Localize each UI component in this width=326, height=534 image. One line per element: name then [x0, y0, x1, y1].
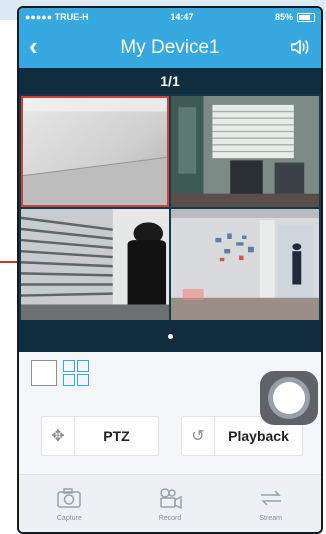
swap-arrows-icon: [260, 489, 281, 506]
page-indicator: 1/1: [19, 68, 321, 94]
speaker-icon[interactable]: [289, 36, 311, 58]
grid-cell-icon: [63, 374, 75, 386]
bottom-tab-bar: Capture Record Stream: [19, 474, 321, 532]
battery-percent: 85%: [274, 12, 293, 22]
ptz-button[interactable]: ✥ PTZ: [41, 416, 159, 456]
grid-cell-icon: [77, 374, 89, 386]
layout-switcher: [31, 360, 89, 386]
clock: 14:47: [170, 12, 194, 22]
phone-frame: ●●●●● TRUE-H 14:47 85% ‹ My Device1 1/1: [17, 6, 323, 534]
battery-status: 85%: [275, 12, 315, 22]
tab-capture-label: Capture: [56, 514, 82, 522]
page-dot-active: [167, 333, 173, 339]
tab-record-label: Record: [158, 514, 182, 522]
carrier-label: ●●●●● TRUE-H: [25, 12, 89, 22]
playback-label: Playback: [228, 428, 289, 444]
page-title: My Device1: [120, 37, 220, 58]
single-view-button[interactable]: [31, 360, 57, 386]
status-bar: ●●●●● TRUE-H 14:47 85%: [19, 8, 321, 26]
camera-view-4[interactable]: [171, 209, 319, 320]
camera-view-2[interactable]: [171, 96, 319, 207]
tab-capture[interactable]: Capture: [19, 475, 120, 532]
camera-view-1[interactable]: [21, 96, 169, 207]
battery-icon: [296, 12, 315, 22]
camera-view-3[interactable]: [21, 209, 169, 320]
move-arrows-icon: ✥: [42, 417, 75, 455]
assistive-touch-icon: [273, 382, 305, 414]
page-dots: [19, 320, 321, 352]
video-camera-icon: [160, 487, 182, 509]
tab-stream-label: Stream: [259, 514, 282, 522]
history-icon: ↺: [182, 417, 215, 455]
assistive-touch-button[interactable]: [260, 371, 318, 425]
page-indicator-text: 1/1: [160, 73, 180, 89]
ptz-label: PTZ: [103, 428, 130, 444]
camera-grid: [19, 94, 321, 320]
quad-view-button[interactable]: [63, 360, 89, 386]
camera-icon: [57, 487, 82, 508]
tab-stream[interactable]: Stream: [220, 475, 321, 532]
nav-bar: ‹ My Device1: [19, 26, 321, 68]
grid-cell-icon: [63, 360, 75, 372]
grid-cell-icon: [77, 360, 89, 372]
tab-record[interactable]: Record: [120, 475, 221, 532]
